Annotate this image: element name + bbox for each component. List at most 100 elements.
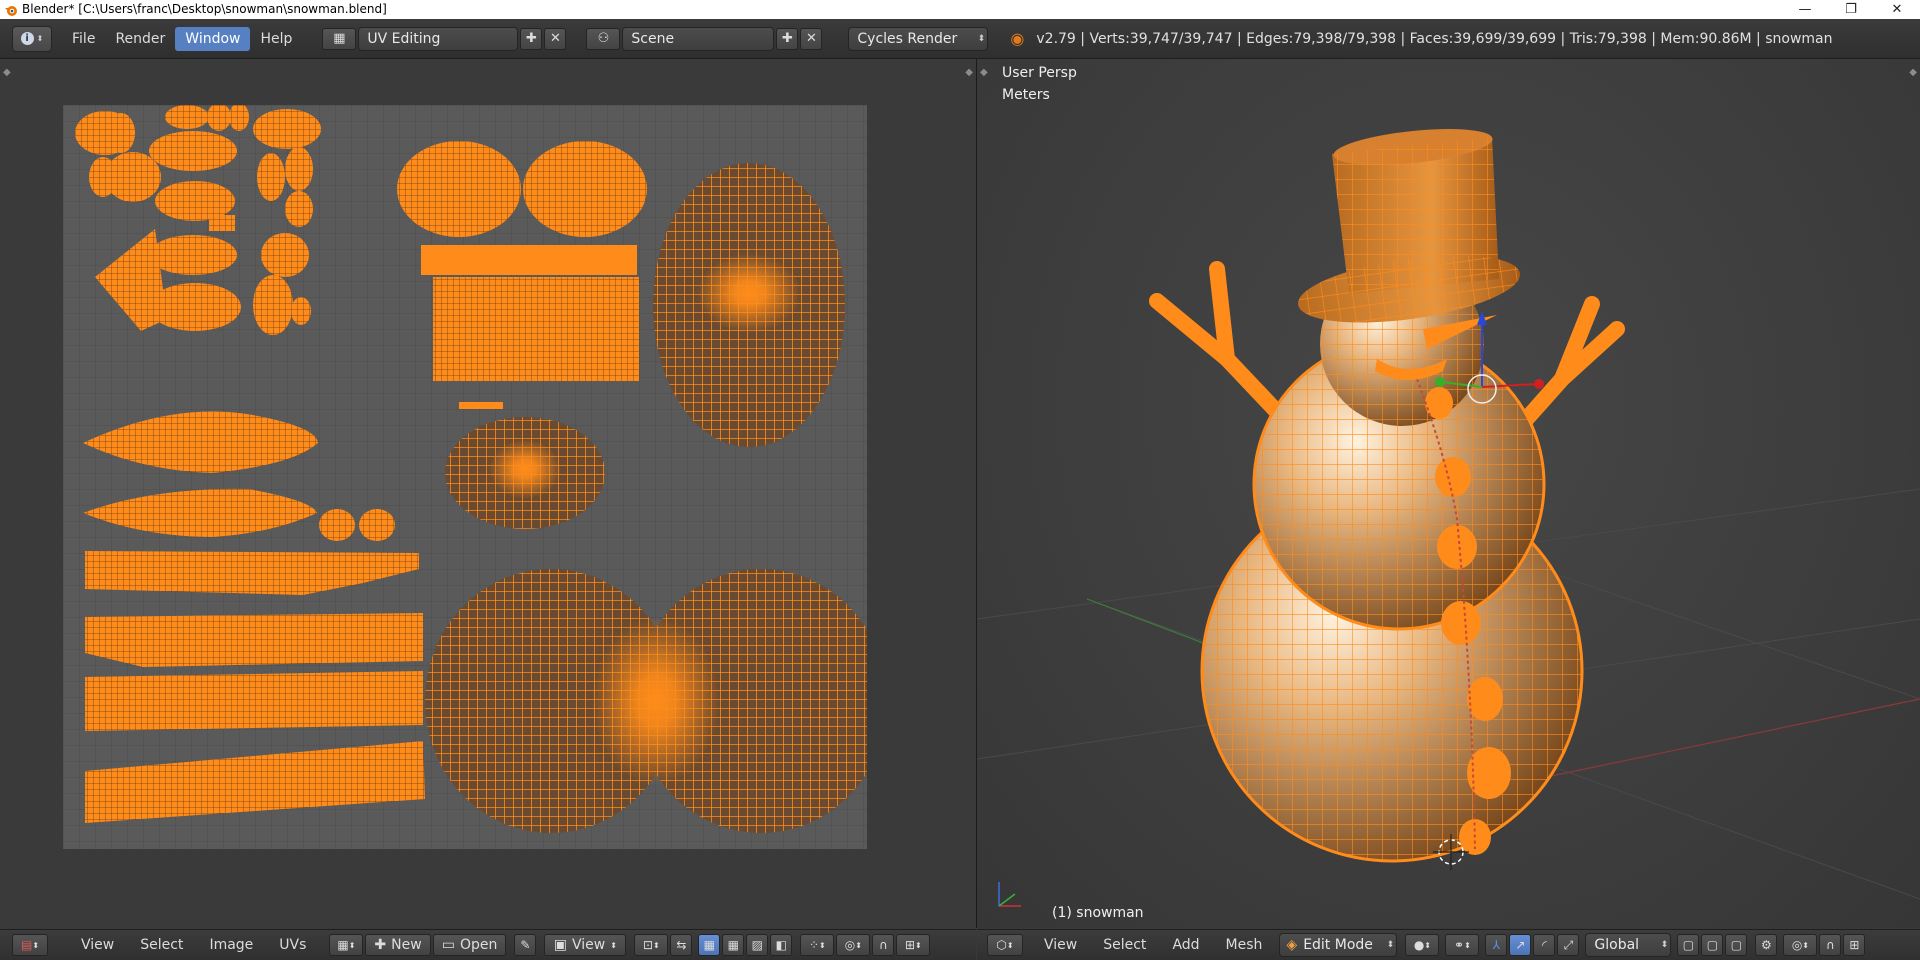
face-select-icon: ▨ — [751, 938, 764, 952]
delete-scene-button[interactable]: ✕ — [800, 27, 823, 50]
menu-help[interactable]: Help — [250, 27, 302, 51]
screen-layout-field[interactable]: UV Editing — [358, 26, 519, 51]
minimize-button[interactable]: — — [1782, 0, 1828, 19]
snap-toggle-button[interactable]: ∩ — [1819, 934, 1842, 956]
snap-element-dropdown[interactable]: ⊞ — [1843, 934, 1866, 956]
interaction-mode-dropdown[interactable]: ◈ Edit Mode ⬍ — [1279, 933, 1398, 957]
magnet-icon: ∩ — [878, 938, 888, 952]
scene-statistics: v2.79 | Verts:39,747/39,747 | Edges:79,3… — [1036, 30, 1833, 47]
screen-layout-icon-button[interactable]: ▦ — [322, 27, 357, 50]
pivot-point-dropdown[interactable]: ⚭ ⬍ — [1445, 934, 1480, 956]
editor-type-info-button[interactable]: i ⬍ — [12, 25, 52, 52]
gear-icon: ⚙ — [1761, 938, 1772, 952]
uv-image-editor[interactable]: ◆ ◆ — [0, 59, 976, 928]
render-engine-dropdown[interactable]: Cycles Render ⬍ — [848, 26, 989, 51]
menu-window[interactable]: Window — [175, 26, 251, 51]
pin-button[interactable]: ✎ — [514, 934, 537, 956]
3d-menu-select[interactable]: Select — [1090, 937, 1159, 953]
3d-viewport-header: ⬡ ⬍ View Select Add Mesh ◈ Edit Mode ⬍ ● ⬍… — [977, 929, 1920, 960]
3d-viewport[interactable]: User Persp Meters ◆ ◆ (1) snowman — [977, 59, 1920, 928]
uv-menu-uvs[interactable]: UVs — [266, 937, 319, 953]
browse-image-button[interactable]: ▦ ⬍ — [329, 934, 364, 956]
chevron-updown-icon: ⬍ — [977, 33, 986, 44]
window-titlebar: Blender* [C:\Users\franc\Desktop\snowman… — [0, 0, 1920, 19]
sticky-icon: ⁘ — [808, 938, 820, 952]
sync-selection-button[interactable]: ⇆ — [670, 934, 693, 956]
edit-mode-icon: ◈ — [1286, 937, 1298, 953]
restore-button[interactable]: ❐ — [1828, 0, 1874, 19]
viewport-object-label: (1) snowman — [1052, 905, 1144, 921]
settings-button[interactable]: ⚙ — [1755, 934, 1778, 956]
magnet-icon: ∩ — [1826, 938, 1835, 952]
snap-element-dropdown[interactable]: ⊞ ⬍ — [896, 934, 931, 956]
uv-grid-canvas[interactable] — [63, 103, 887, 849]
blender-logo-icon — [5, 5, 17, 16]
sync-icon: ⇆ — [676, 938, 687, 952]
layer-icon: ▢ — [1730, 938, 1743, 952]
island-select-button[interactable]: ◧ — [770, 934, 793, 956]
vertex-select-button[interactable]: ▦ — [698, 934, 721, 956]
layer-toggle-3[interactable]: ▢ — [1725, 934, 1748, 956]
proportional-icon: ◎ — [1791, 938, 1803, 952]
editor-type-uv-button[interactable]: ▤ ⬍ — [12, 934, 48, 956]
new-image-button[interactable]: ✚ New — [365, 934, 431, 956]
shading-dropdown[interactable]: ● ⬍ — [1405, 934, 1440, 956]
vertex-select-icon: ▦ — [703, 938, 716, 952]
layer-icon: ▢ — [1682, 938, 1695, 952]
close-window-button[interactable]: ✕ — [1874, 0, 1920, 19]
layer-toggle-1[interactable]: ▢ — [1677, 934, 1700, 956]
edge-select-button[interactable]: ▦ — [722, 934, 745, 956]
add-scene-button[interactable]: ✚ — [776, 27, 799, 50]
uv-menu-view[interactable]: View — [68, 937, 127, 953]
snowman-top-hat — [1298, 129, 1520, 323]
x-icon: ✕ — [805, 31, 817, 46]
layout-grid-icon: ▦ — [333, 31, 346, 46]
editor-type-3d-button[interactable]: ⬡ ⬍ — [987, 934, 1023, 956]
scene-field[interactable]: Scene — [622, 26, 775, 51]
scene-icon: ⚇ — [597, 31, 610, 46]
island-select-icon: ◧ — [775, 938, 788, 952]
3d-menu-mesh[interactable]: Mesh — [1213, 937, 1276, 953]
uv-layout-svg — [63, 103, 887, 849]
chevron-updown-icon: ⬍ — [1386, 940, 1395, 950]
proportional-edit-dropdown[interactable]: ◎ ⬍ — [836, 934, 871, 956]
snap-toggle-button[interactable]: ∩ — [872, 934, 895, 956]
face-select-button[interactable]: ▨ — [746, 934, 769, 956]
area-split-handle[interactable]: ◆ — [965, 67, 973, 78]
rotate-manipulator-button[interactable]: ◜ — [1533, 934, 1556, 956]
snap-icon: ⊞ — [1849, 938, 1860, 952]
pivot-dropdown[interactable]: ⊡ ⬍ — [634, 934, 669, 956]
folder-icon: ▭ — [441, 937, 455, 953]
proportional-edit-dropdown[interactable]: ◎ ⬍ — [1783, 934, 1818, 956]
uv-menu-select[interactable]: Select — [127, 937, 196, 953]
3d-menu-view[interactable]: View — [1031, 937, 1090, 953]
window-title: Blender* [C:\Users\franc\Desktop\snowman… — [22, 2, 387, 16]
delete-layout-button[interactable]: ✕ — [544, 27, 567, 50]
uv-menu-image[interactable]: Image — [196, 937, 266, 953]
x-axis-line — [1536, 698, 1920, 780]
manipulator-toggle[interactable]: ⅄ — [1485, 934, 1508, 956]
chevron-updown-icon: ⬍ — [1660, 940, 1669, 950]
snowman-mesh-render — [977, 129, 1920, 907]
scene-icon-button[interactable]: ⚇ — [586, 27, 621, 50]
pivot-icon: ⊡ — [642, 938, 654, 952]
x-icon: ✕ — [549, 31, 561, 46]
info-header: i ⬍ File Render Window Help ▦ UV Editing… — [0, 19, 1920, 59]
blender-logo-icon: ◉ — [1010, 29, 1025, 48]
view-icon: ▣ — [553, 937, 567, 953]
3d-menu-add[interactable]: Add — [1159, 937, 1212, 953]
view-axes-icon — [998, 882, 1021, 907]
uv-island-butterfly — [445, 417, 605, 529]
area-split-handle[interactable]: ◆ — [3, 67, 11, 78]
layer-toggle-2[interactable]: ▢ — [1701, 934, 1724, 956]
menu-render[interactable]: Render — [105, 27, 175, 51]
translate-manipulator-button[interactable]: ↗ — [1509, 934, 1532, 956]
open-image-button[interactable]: ▭ Open — [432, 934, 507, 956]
menu-file[interactable]: File — [62, 27, 105, 51]
transform-orientation-dropdown[interactable]: Global ⬍ — [1585, 933, 1672, 957]
3d-view-icon: ⬡ — [996, 938, 1007, 952]
sticky-select-dropdown[interactable]: ⁘ ⬍ — [800, 934, 835, 956]
add-layout-button[interactable]: ✚ — [520, 27, 543, 50]
view-mode-dropdown[interactable]: ▣ View ⬍ — [544, 934, 627, 956]
scale-manipulator-button[interactable]: ⤢ — [1557, 934, 1580, 956]
